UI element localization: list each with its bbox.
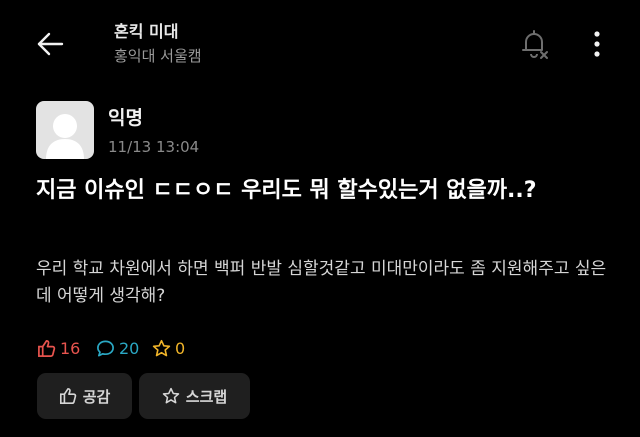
- anonymous-user-icon: [46, 114, 84, 159]
- avatar: [36, 101, 94, 159]
- scrap-button[interactable]: 스크랩: [139, 373, 250, 419]
- like-count: 16: [37, 337, 80, 359]
- board-subtitle: 홍익대 서울캠: [114, 47, 202, 65]
- like-button[interactable]: 공감: [37, 373, 132, 419]
- scrap-count: 0: [152, 337, 185, 359]
- like-count-value: 16: [60, 338, 81, 358]
- post-timestamp: 11/13 13:04: [108, 138, 200, 156]
- scrap-count-value: 0: [175, 338, 186, 358]
- comment-count-value: 20: [119, 338, 140, 358]
- more-options-button[interactable]: [580, 24, 614, 64]
- bell-off-icon: [520, 28, 550, 60]
- star-icon: [162, 387, 180, 405]
- arrow-left-icon: [36, 32, 64, 56]
- scrap-button-label: 스크랩: [185, 387, 228, 406]
- star-icon: [152, 339, 171, 358]
- author-name: 익명: [108, 107, 143, 129]
- like-button-label: 공감: [82, 387, 111, 406]
- thumbs-up-icon: [59, 387, 77, 405]
- comment-bubble-icon: [96, 339, 115, 358]
- post-body: 우리 학교 차원에서 하면 백퍼 반발 심할것같고 미대만이라도 좀 지원해주고…: [36, 259, 607, 306]
- back-button[interactable]: [28, 22, 72, 66]
- comment-count: 20: [96, 337, 139, 359]
- more-vertical-icon: [593, 31, 601, 57]
- post-title: 지금 이슈인 ㄷㄷㅇㄷ 우리도 뭐 할수있는거 없을까..?: [36, 178, 537, 203]
- notification-toggle-button[interactable]: [515, 24, 555, 64]
- board-title: 혼킥 미대: [114, 22, 179, 41]
- thumbs-up-icon: [37, 339, 56, 358]
